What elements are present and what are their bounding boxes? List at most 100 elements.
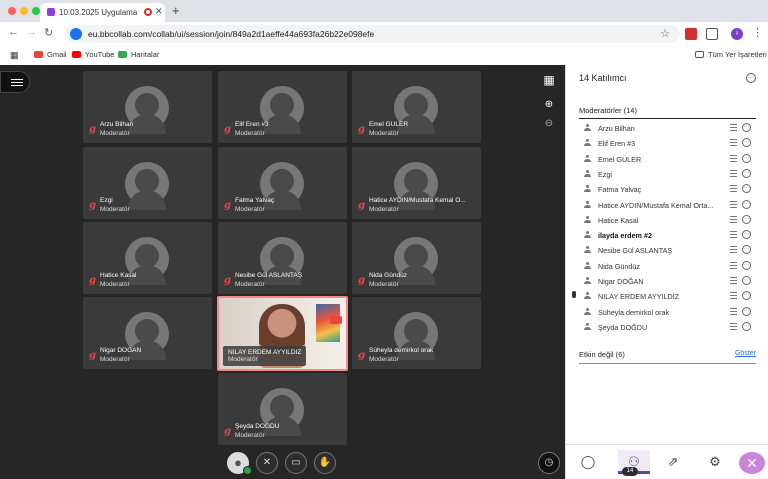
more-options-icon[interactable]: ···: [742, 214, 751, 224]
participant-row[interactable]: Nigar DOĞAN ···: [579, 274, 756, 289]
apps-grid-icon[interactable]: ▦: [10, 50, 19, 61]
user-icon: [584, 139, 591, 147]
all-bookmarks[interactable]: Tüm Yer İşaretleri: [695, 50, 767, 59]
list-menu-icon[interactable]: [730, 124, 737, 131]
site-info-icon[interactable]: [70, 28, 82, 40]
session-menu-button[interactable]: [0, 71, 30, 93]
new-tab-button[interactable]: +: [172, 3, 180, 18]
back-icon[interactable]: ←: [8, 26, 19, 38]
user-icon: [584, 124, 591, 132]
close-panel-button[interactable]: ✕: [739, 452, 765, 474]
reload-icon[interactable]: ↻: [44, 26, 53, 39]
list-menu-icon[interactable]: [730, 322, 737, 330]
participant-row[interactable]: Nesibe Gül ASLANTAŞ ···: [579, 243, 756, 258]
tile-label: g Arzu Bilhan Moderatör: [83, 117, 212, 143]
mic-muted-icon[interactable]: ✕: [256, 452, 278, 474]
browser-menu-icon[interactable]: ⋮: [752, 26, 763, 39]
more-options-icon[interactable]: ···: [742, 276, 751, 285]
more-options-icon[interactable]: ···: [742, 168, 751, 178]
participant-tile[interactable]: g Nigar DOĞAN Moderatör: [83, 297, 212, 369]
extension-icon[interactable]: [685, 28, 697, 40]
participant-row[interactable]: Hatice AYDIN/Mustafa Kemal Orta... ···: [579, 198, 756, 213]
participant-name: Hatice Kasal: [598, 215, 639, 225]
list-menu-icon[interactable]: [730, 307, 737, 315]
minimize-window-button[interactable]: [20, 7, 28, 15]
youtube-icon: [72, 51, 81, 58]
show-inactive-link[interactable]: Göster: [735, 350, 756, 357]
list-menu-icon[interactable]: [730, 200, 737, 208]
more-options-icon[interactable]: ···: [742, 260, 751, 270]
participant-tile[interactable]: g Arzu Bilhan Moderatör: [83, 71, 212, 143]
list-menu-icon[interactable]: [730, 277, 737, 284]
recording-icon: [144, 8, 152, 16]
list-menu-icon[interactable]: [730, 231, 737, 239]
participant-row[interactable]: ilayda erdem #2 ···: [579, 228, 756, 243]
participant-tile[interactable]: g Elif Eren #3 Moderatör: [218, 71, 347, 143]
list-menu-icon[interactable]: [730, 215, 737, 223]
participant-row[interactable]: Ezgi ···: [579, 167, 756, 182]
bookmark-maps[interactable]: Haritalar: [118, 50, 159, 59]
user-icon: [584, 277, 591, 285]
profile-avatar[interactable]: i: [731, 28, 743, 40]
participant-tile[interactable]: g Emel GÜLER Moderatör: [352, 71, 481, 143]
chat-icon[interactable]: ◯: [576, 450, 600, 474]
settings-gear-icon[interactable]: ⚙: [703, 450, 727, 474]
share-content-icon[interactable]: ⇗: [661, 450, 685, 474]
more-options-icon[interactable]: ···: [742, 123, 751, 132]
bookmark-youtube[interactable]: YouTube: [72, 50, 114, 59]
panel-more-options-icon[interactable]: ···: [746, 73, 756, 83]
raise-hand-icon[interactable]: ✋: [314, 452, 336, 474]
forward-icon[interactable]: →: [26, 26, 37, 38]
zoom-out-icon[interactable]: ⊖: [540, 115, 558, 133]
zoom-in-icon[interactable]: ⊕: [540, 96, 558, 114]
zoom-window-button[interactable]: [32, 7, 40, 15]
list-menu-icon[interactable]: [730, 154, 737, 162]
participant-row[interactable]: Elif Eren #3 ···: [579, 136, 756, 151]
participant-tile[interactable]: g Nesibe Gül ASLANTAŞ Moderatör: [218, 222, 347, 294]
more-options-icon[interactable]: ···: [742, 199, 751, 209]
list-menu-icon[interactable]: [730, 246, 737, 254]
camera-off-icon[interactable]: ▭: [285, 452, 307, 474]
browser-tab[interactable]: 10.03.2025 Uygulama Öğ ✕: [40, 3, 165, 22]
participant-tile[interactable]: g Süheyla demirkol orak Moderatör: [352, 297, 481, 369]
bookmark-star-icon[interactable]: ☆: [660, 27, 670, 40]
participant-tile[interactable]: g Şeyda DOĞDU Moderatör: [218, 373, 347, 445]
close-tab-icon[interactable]: ✕: [155, 6, 163, 17]
participant-row[interactable]: Arzu Bilhan ···: [579, 121, 756, 136]
extensions-puzzle-icon[interactable]: [706, 28, 718, 40]
more-options-icon[interactable]: ···: [742, 321, 751, 331]
list-menu-icon[interactable]: [730, 169, 737, 177]
grid-view-icon[interactable]: ▦: [540, 71, 558, 89]
participant-row[interactable]: Emel GÜLER ···: [579, 152, 756, 167]
participant-tile[interactable]: g Ezgi Moderatör: [83, 147, 212, 219]
active-speaker-video-tile[interactable]: NILAY ERDEM AYYILDIZ Moderatör: [217, 296, 348, 371]
address-bar[interactable]: eu.bbcollab.com/collab/ui/session/join/8…: [64, 25, 680, 43]
more-options-icon[interactable]: ···: [742, 291, 751, 301]
more-options-icon[interactable]: ···: [742, 306, 751, 316]
more-options-icon[interactable]: ···: [742, 230, 751, 240]
participant-row[interactable]: Şeyda DOĞDU ···: [579, 320, 756, 335]
participant-row[interactable]: Hatice Kasal ···: [579, 213, 756, 228]
participant-tile[interactable]: g Hatice AYDIN/Mustafa Kemal O... Moderatö…: [352, 147, 481, 219]
participant-row[interactable]: Fatma Yalvaç ···: [579, 182, 756, 197]
list-menu-icon[interactable]: [730, 261, 737, 269]
list-menu-icon[interactable]: [730, 185, 737, 193]
close-window-button[interactable]: [8, 7, 16, 15]
list-menu-icon[interactable]: [730, 139, 737, 147]
more-options-icon[interactable]: ···: [742, 153, 751, 163]
participant-row[interactable]: NILAY ERDEM AYYILDIZ ···: [572, 289, 756, 304]
moderator-icon: g: [89, 275, 96, 286]
participant-row[interactable]: Nida Gündüz ···: [579, 259, 756, 274]
participant-row[interactable]: Süheyla demirkol orak ···: [579, 305, 756, 320]
list-menu-icon[interactable]: [730, 292, 737, 300]
bookmark-gmail[interactable]: Gmail: [34, 50, 67, 59]
url-text: eu.bbcollab.com/collab/ui/session/join/8…: [88, 29, 375, 39]
participant-tile[interactable]: g Nida Gündüz Moderatör: [352, 222, 481, 294]
more-options-icon[interactable]: ···: [742, 138, 751, 148]
more-options-icon[interactable]: ···: [742, 245, 751, 255]
session-timer-icon[interactable]: ◷: [538, 452, 560, 474]
participant-tile[interactable]: g Hatice Kasal Moderatör: [83, 222, 212, 294]
participant-tile[interactable]: g Fatma Yalvaç Moderatör: [218, 147, 347, 219]
tile-role: Moderatör: [235, 432, 265, 439]
more-options-icon[interactable]: ···: [742, 184, 751, 194]
